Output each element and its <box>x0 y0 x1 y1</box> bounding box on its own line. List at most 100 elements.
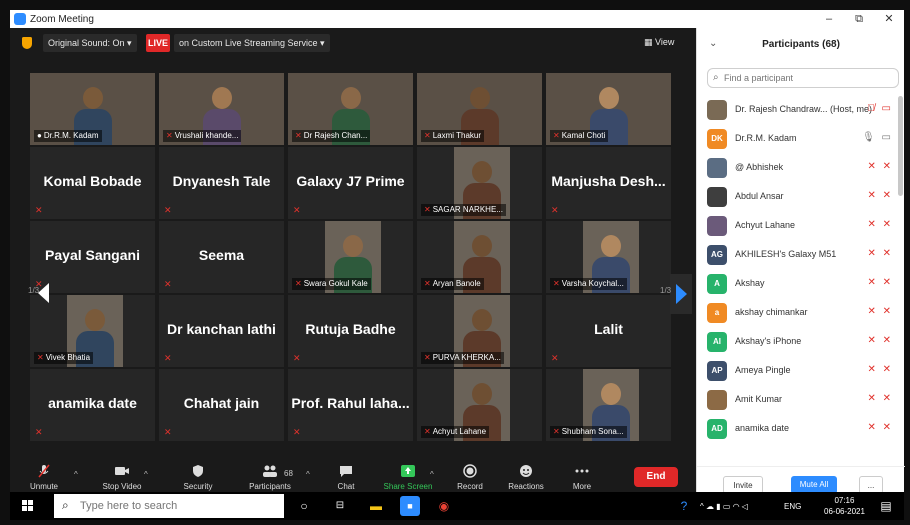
video-tile[interactable]: Rutuja Badhe ✕ <box>288 295 413 367</box>
video-tile[interactable]: ✕ Vrushali khande... <box>159 73 284 145</box>
close-button[interactable]: ✕ <box>874 10 904 28</box>
participant-row[interactable]: Abdul Ansar ✕ ✕ <box>697 183 897 212</box>
muted-mic-icon: ✕ <box>35 205 43 215</box>
person-head <box>343 235 363 257</box>
video-tile[interactable]: Lalit ✕ <box>546 295 671 367</box>
video-tile[interactable]: ● Dr.R.M. Kadam <box>30 73 155 145</box>
video-tile[interactable]: ✕ Dr Rajesh Chan... <box>288 73 413 145</box>
zoom-taskbar-icon[interactable]: ■ <box>400 496 420 516</box>
view-button[interactable]: ▦ View <box>640 33 678 51</box>
share-screen-icon <box>401 465 415 477</box>
video-tile[interactable]: ✕ Swara Gokul Kale <box>288 221 413 293</box>
chrome-icon[interactable]: ◉ <box>434 496 454 516</box>
participant-row[interactable]: AI Akshay's iPhone ✕ ✕ <box>697 328 897 357</box>
live-service-dropdown[interactable]: on Custom Live Streaming Service ▾ <box>174 34 330 52</box>
participant-row[interactable]: A Akshay ✕ ✕ <box>697 270 897 299</box>
security-shield-icon[interactable] <box>22 37 32 49</box>
audio-video-status-icons[interactable]: ✕ ✕ <box>867 190 893 201</box>
muted-mic-icon: ✕ <box>295 131 302 140</box>
audio-video-status-icons[interactable]: ✕ ✕ <box>867 393 893 404</box>
security-button[interactable]: Security <box>166 462 230 491</box>
restore-button[interactable]: ⧉ <box>844 10 874 28</box>
next-page-button[interactable] <box>670 274 692 314</box>
file-explorer-icon[interactable]: ▬ <box>366 496 386 516</box>
find-participant-box[interactable]: ⌕ <box>707 68 899 88</box>
muted-mic-icon: ✕ <box>551 353 559 363</box>
taskbar-search-box[interactable]: ⌕ <box>54 494 284 518</box>
video-tile[interactable]: Galaxy J7 Prime ✕ <box>288 147 413 219</box>
minimize-button[interactable]: – <box>814 10 844 28</box>
video-tile[interactable]: ✕ Achyut Lahane <box>417 369 542 441</box>
participant-row[interactable]: Achyut Lahane ✕ ✕ <box>697 212 897 241</box>
audio-video-status-icons[interactable]: 🎙 ▭ <box>862 132 893 143</box>
previous-page-arrow-icon[interactable] <box>38 283 49 303</box>
participant-list-scrollbar[interactable] <box>898 96 903 196</box>
video-tile[interactable]: Manjusha Desh... ✕ <box>546 147 671 219</box>
reactions-button[interactable]: Reactions <box>494 462 558 491</box>
participant-name: Dr. Rajesh Chandraw... (Host, me) <box>735 104 873 114</box>
participant-name-label: ✕ Varsha Koychal... <box>550 278 627 290</box>
video-tile[interactable]: Komal Bobade ✕ <box>30 147 155 219</box>
cortana-circle-icon[interactable]: ○ <box>294 496 314 516</box>
video-tile[interactable]: ✕ Shubham Sona... <box>546 369 671 441</box>
video-tile[interactable]: ✕ PURVA KHERKA... <box>417 295 542 367</box>
unmute-button[interactable]: Unmute <box>12 462 76 491</box>
notifications-icon[interactable]: ▤ <box>876 496 896 516</box>
more-button[interactable]: More <box>550 462 614 491</box>
record-button[interactable]: Record <box>438 462 502 491</box>
video-tile[interactable]: ✕ SAGAR NARKHE... <box>417 147 542 219</box>
audio-video-status-icons[interactable]: ✕ ✕ <box>867 248 893 259</box>
language-indicator[interactable]: ENG <box>784 502 801 511</box>
share-options-caret-icon[interactable]: ^ <box>430 470 434 479</box>
participant-name: Rutuja Badhe <box>305 321 396 337</box>
original-sound-button[interactable]: Original Sound: On ▾ <box>43 34 137 52</box>
participant-name-text: Varsha Koychal... <box>561 279 624 288</box>
audio-video-status-icons[interactable]: ✕ ✕ <box>867 335 893 346</box>
audio-video-status-icons[interactable]: ✕ ✕ <box>867 277 893 288</box>
record-icon <box>463 464 477 478</box>
participant-row[interactable]: AP Ameya Pingle ✕ ✕ <box>697 357 897 386</box>
system-tray-icons[interactable]: ^ ☁ ▮ ▭ ◠ ◁ <box>700 502 748 511</box>
windows-start-icon[interactable] <box>22 500 34 512</box>
participant-row[interactable]: Dr. Rajesh Chandraw... (Host, me) 🎙̸ ▭ <box>697 96 897 125</box>
video-tile[interactable]: Seema ✕ <box>159 221 284 293</box>
chat-button[interactable]: Chat <box>314 462 378 491</box>
video-tile[interactable]: anamika date ✕ <box>30 369 155 441</box>
video-tile[interactable]: ✕ Aryan Banole <box>417 221 542 293</box>
video-tile[interactable]: ✕ Vivek Bhatia <box>30 295 155 367</box>
video-tile[interactable]: ✕ Laxmi Thakur <box>417 73 542 145</box>
participant-row[interactable]: DK Dr.R.M. Kadam 🎙 ▭ <box>697 125 897 154</box>
video-tile[interactable]: Prof. Rahul laha... ✕ <box>288 369 413 441</box>
clock[interactable]: 07:16 06-06-2021 <box>824 495 865 517</box>
taskbar-search-input[interactable] <box>80 498 270 514</box>
audio-video-status-icons[interactable]: ✕ ✕ <box>867 161 893 172</box>
participant-row[interactable]: AG AKHILESH's Galaxy M51 ✕ ✕ <box>697 241 897 270</box>
video-tile[interactable]: Dr kanchan lathi ✕ <box>159 295 284 367</box>
participant-row[interactable]: a akshay chimankar ✕ ✕ <box>697 299 897 328</box>
audio-video-status-icons[interactable]: 🎙̸ ▭ <box>867 103 893 114</box>
participants-caret-icon[interactable]: ^ <box>306 470 310 479</box>
audio-video-status-icons[interactable]: ✕ ✕ <box>867 422 893 433</box>
audio-options-caret-icon[interactable]: ^ <box>74 470 78 479</box>
participant-name: Amit Kumar <box>735 394 783 404</box>
participant-name-text: Swara Gokul Kale <box>303 279 368 288</box>
audio-video-status-icons[interactable]: ✕ ✕ <box>867 306 893 317</box>
live-badge[interactable]: LIVE <box>146 34 170 52</box>
participant-row[interactable]: Amit Kumar ✕ ✕ <box>697 386 897 415</box>
audio-video-status-icons[interactable]: ✕ ✕ <box>867 219 893 230</box>
find-participant-input[interactable] <box>724 71 894 85</box>
audio-video-status-icons[interactable]: ✕ ✕ <box>867 364 893 375</box>
participant-row[interactable]: @ Abhishek ✕ ✕ <box>697 154 897 183</box>
person-head <box>601 235 621 257</box>
end-meeting-button[interactable]: End <box>634 467 678 487</box>
video-options-caret-icon[interactable]: ^ <box>144 470 148 479</box>
task-view-icon[interactable]: ⊟ <box>330 496 350 516</box>
video-tile[interactable]: ✕ Varsha Koychal... <box>546 221 671 293</box>
video-tile[interactable]: Chahat jain ✕ <box>159 369 284 441</box>
participant-list[interactable]: Dr. Rajesh Chandraw... (Host, me) 🎙̸ ▭ DK D… <box>697 96 897 462</box>
video-tile[interactable]: Dnyanesh Tale ✕ <box>159 147 284 219</box>
help-icon[interactable]: ? <box>674 496 694 516</box>
participant-row[interactable]: AD anamika date ✕ ✕ <box>697 415 897 444</box>
participant-name-label: ✕ Dr Rajesh Chan... <box>292 130 371 142</box>
video-tile[interactable]: ✕ Kamal Choti <box>546 73 671 145</box>
